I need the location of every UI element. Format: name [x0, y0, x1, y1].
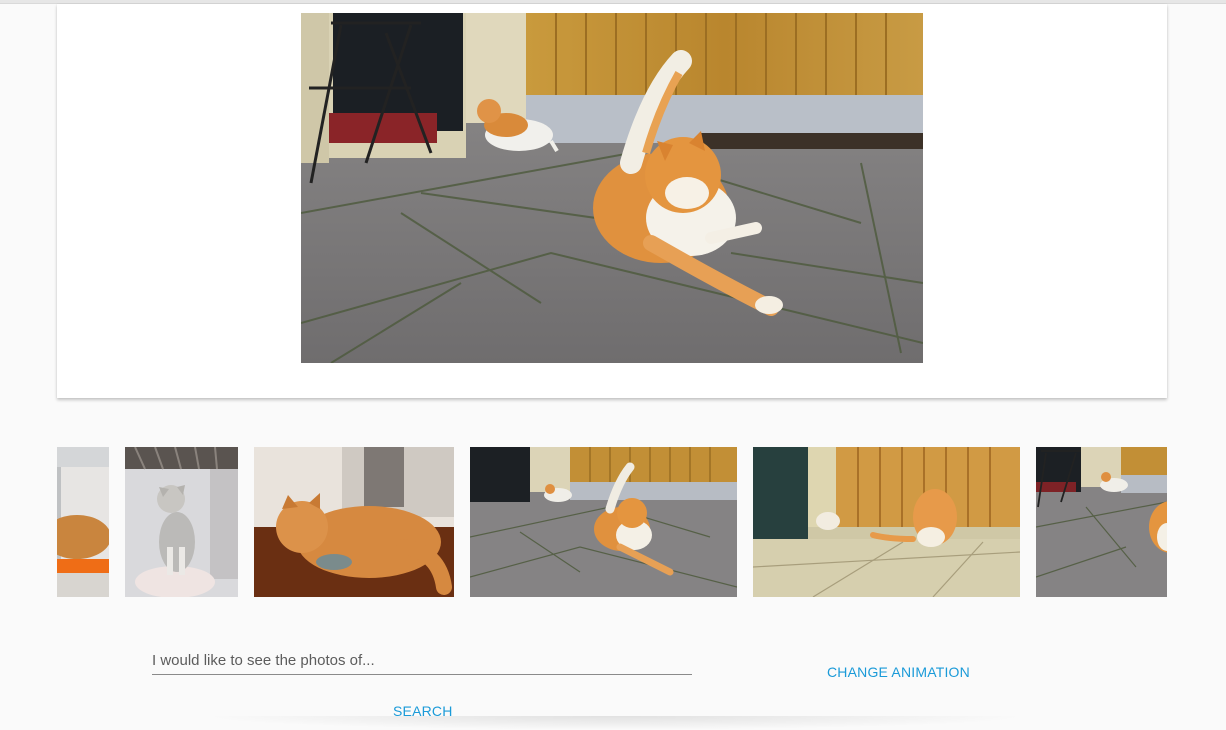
main-photo	[301, 13, 923, 363]
thumbnail-5[interactable]	[753, 447, 1020, 597]
photo-viewer-card	[57, 4, 1167, 398]
search-button[interactable]: SEARCH	[393, 703, 453, 719]
thumbnail-carousel[interactable]	[57, 447, 1167, 597]
search-panel-shadow	[200, 716, 1030, 730]
thumbnail-1[interactable]	[57, 447, 109, 597]
thumbnail-6[interactable]	[1036, 447, 1167, 597]
change-animation-button[interactable]: CHANGE ANIMATION	[827, 664, 970, 680]
thumbnail-4[interactable]	[470, 447, 737, 597]
thumbnail-2[interactable]	[125, 447, 238, 597]
thumbnail-3[interactable]	[254, 447, 454, 597]
search-input[interactable]	[152, 646, 692, 675]
